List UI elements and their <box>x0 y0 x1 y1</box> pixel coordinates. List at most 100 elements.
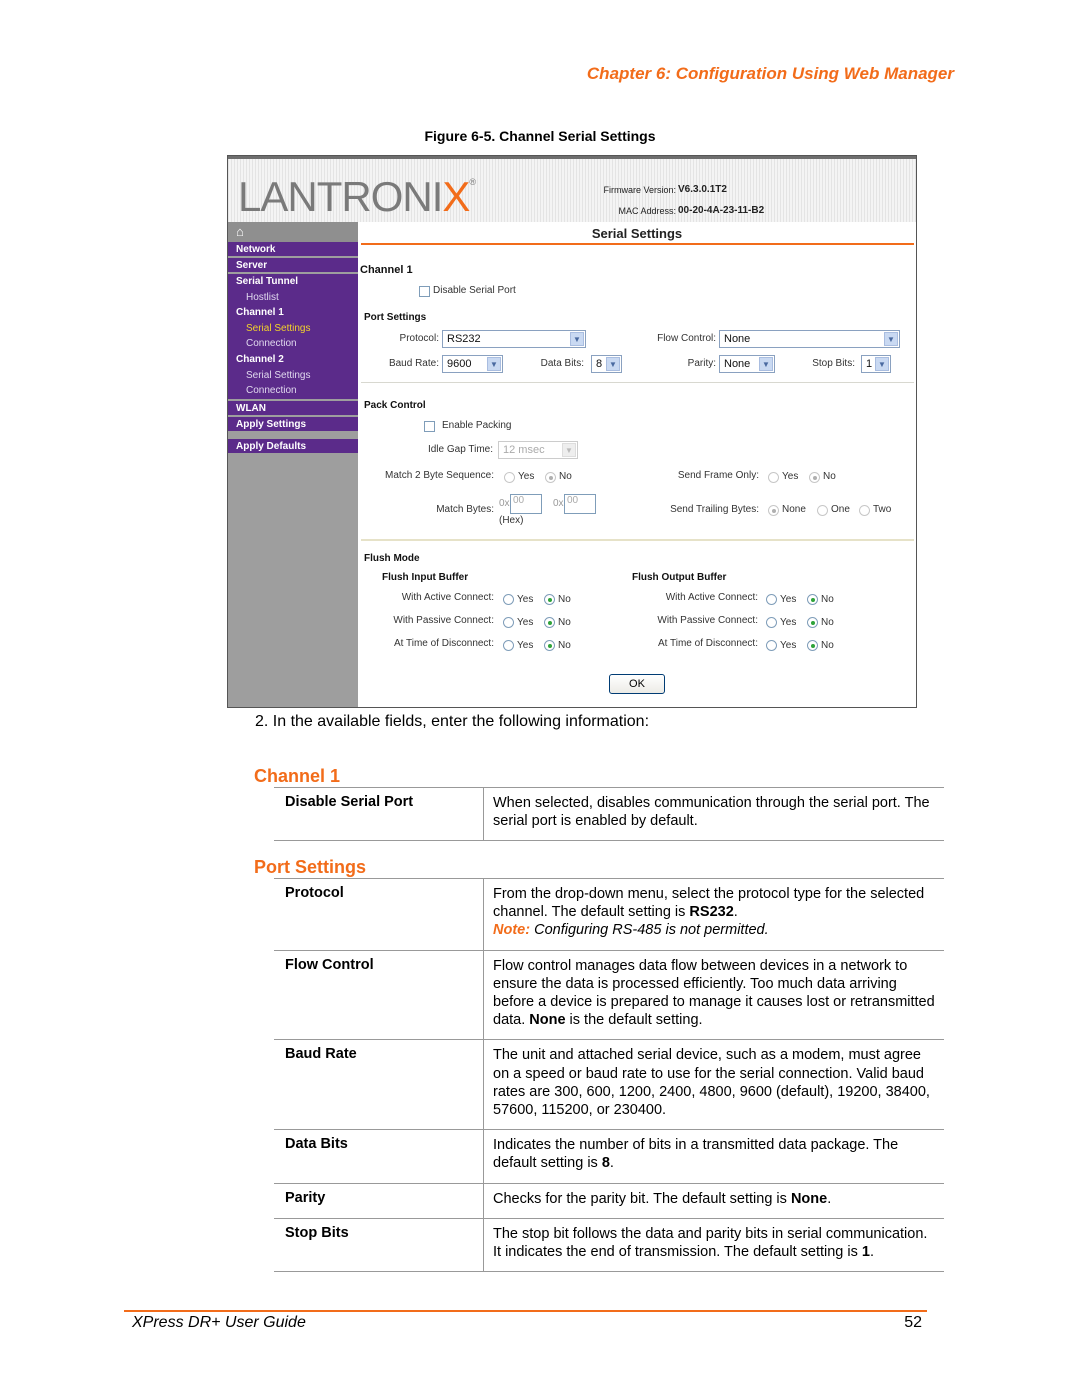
channel-heading: Channel 1 <box>360 264 413 276</box>
data-bits-select[interactable]: 8 ▼ <box>591 355 622 373</box>
input-active-no-radio[interactable] <box>544 594 555 605</box>
input-passive-no-radio[interactable] <box>544 617 555 628</box>
desc-bold: 1 <box>861 1244 870 1261</box>
title-divider <box>361 243 914 245</box>
nav-ch1-connection[interactable]: Connection <box>228 336 358 352</box>
match-bytes-label: Match Bytes: <box>436 504 494 515</box>
web-manager-header: LANTRONIX® Firmware Version: V6.3.0.1T2 … <box>228 156 916 222</box>
hex-prefix-2: 0x <box>553 498 564 509</box>
input-active-label: With Active Connect: <box>401 592 494 603</box>
send-frame-only-label: Send Frame Only: <box>677 470 759 481</box>
serial-settings-panel: Serial Settings Channel 1 Disable Serial… <box>358 222 916 707</box>
input-passive-label: With Passive Connect: <box>393 615 494 626</box>
send-frame-no-label: No <box>823 471 836 482</box>
stop-bits-select[interactable]: 1 ▼ <box>861 355 891 373</box>
nav-channel1[interactable]: Channel 1 <box>228 305 358 321</box>
match-2-byte-no-radio[interactable] <box>545 472 556 483</box>
nav-hostlist[interactable]: Hostlist <box>228 289 358 306</box>
no-label: No <box>558 594 571 605</box>
yes-label: Yes <box>517 640 534 651</box>
match-byte-1-input[interactable]: 00 <box>510 494 542 514</box>
baud-rate-select[interactable]: 9600 ▼ <box>442 355 503 373</box>
send-frame-yes-radio[interactable] <box>768 472 779 483</box>
chevron-down-icon: ▼ <box>606 357 620 371</box>
match-byte-2-input[interactable]: 00 <box>564 494 596 514</box>
field-description: The stop bit follows the data and parity… <box>484 1219 944 1271</box>
flush-input-heading: Flush Input Buffer <box>382 572 469 583</box>
nav-network[interactable]: Network <box>228 242 358 258</box>
nav-ch1-serial-settings[interactable]: Serial Settings <box>228 320 358 337</box>
protocol-select[interactable]: RS232 ▼ <box>442 330 586 348</box>
hex-note: (Hex) <box>499 515 524 526</box>
page-number: 52 <box>904 1314 922 1331</box>
yes-label: Yes <box>780 640 797 651</box>
flow-control-value: None <box>724 333 751 345</box>
data-bits-value: 8 <box>596 358 603 370</box>
chevron-down-icon: ▼ <box>759 357 773 371</box>
home-icon[interactable]: ⌂ <box>228 222 358 242</box>
trailing-one-label: One <box>831 504 850 515</box>
flow-control-label: Flow Control: <box>657 333 716 344</box>
parity-select[interactable]: None ▼ <box>719 355 775 373</box>
logo-text: LANTRONI <box>238 173 443 220</box>
match-2-byte-no-label: No <box>559 471 572 482</box>
desc-text: . <box>869 1244 874 1261</box>
desc-bold: None <box>529 1012 566 1029</box>
nav-apply-settings[interactable]: Apply Settings <box>228 416 358 433</box>
protocol-value: RS232 <box>447 333 481 345</box>
output-active-label: With Active Connect: <box>665 592 758 603</box>
trailing-two-label: Two <box>873 504 892 515</box>
output-active-yes-radio[interactable] <box>766 594 777 605</box>
trailing-one-radio[interactable] <box>817 505 828 516</box>
stop-bits-value: 1 <box>866 358 873 370</box>
no-label: No <box>558 617 571 628</box>
output-passive-no-radio[interactable] <box>807 617 818 628</box>
table-row: Flow Control Flow control manages data f… <box>274 950 944 1041</box>
disable-serial-port-checkbox[interactable] <box>419 286 430 297</box>
port-settings-section-heading: Port Settings <box>254 857 367 877</box>
nav-channel2[interactable]: Channel 2 <box>228 351 358 368</box>
match-2-byte-yes-radio[interactable] <box>504 472 515 483</box>
send-frame-no-radio[interactable] <box>809 472 820 483</box>
input-passive-yes-radio[interactable] <box>503 617 514 628</box>
no-label: No <box>821 594 834 605</box>
nav-apply-defaults[interactable]: Apply Defaults <box>228 438 358 455</box>
desc-bold: None <box>790 1190 828 1207</box>
idle-gap-label: Idle Gap Time: <box>427 444 493 455</box>
output-passive-yes-radio[interactable] <box>766 617 777 628</box>
table-row: Data Bits Indicates the number of bits i… <box>274 1130 944 1184</box>
section-divider <box>361 382 914 383</box>
ok-button[interactable]: OK <box>609 674 665 694</box>
nav-ch2-connection[interactable]: Connection <box>228 383 358 401</box>
nav-wlan[interactable]: WLAN <box>228 400 358 417</box>
yes-label: Yes <box>780 617 797 628</box>
output-active-no-radio[interactable] <box>807 594 818 605</box>
match-2-byte-label: Match 2 Byte Sequence: <box>385 470 494 481</box>
yes-label: Yes <box>517 594 534 605</box>
chevron-down-icon: ▼ <box>487 357 501 371</box>
flow-control-select[interactable]: None ▼ <box>719 330 900 348</box>
step-instruction: 2. In the available fields, enter the fo… <box>255 713 650 730</box>
pack-control-heading: Pack Control <box>364 400 426 411</box>
output-disconnect-no-radio[interactable] <box>807 640 818 651</box>
parity-value: None <box>724 358 751 370</box>
match-2-byte-yes-label: Yes <box>518 471 535 482</box>
idle-gap-select[interactable]: 12 msec ▼ <box>498 441 578 459</box>
input-disconnect-no-radio[interactable] <box>544 640 555 651</box>
input-active-yes-radio[interactable] <box>503 594 514 605</box>
desc-bold: RS232 <box>689 904 734 921</box>
trailing-two-radio[interactable] <box>859 505 870 516</box>
nav-server[interactable]: Server <box>228 258 358 274</box>
enable-packing-checkbox[interactable] <box>424 421 435 432</box>
nav-ch2-serial-settings[interactable]: Serial Settings <box>228 367 358 384</box>
disable-serial-port-label: Disable Serial Port <box>433 285 516 296</box>
chevron-down-icon: ▼ <box>570 332 584 346</box>
field-name: Data Bits <box>274 1130 484 1183</box>
input-disconnect-yes-radio[interactable] <box>503 640 514 651</box>
field-name: Flow Control <box>274 950 484 1040</box>
sidebar-nav: ⌂ Network Server Serial Tunnel Hostlist … <box>228 222 358 707</box>
channel1-table: Disable Serial Port When selected, disab… <box>274 787 944 842</box>
nav-serial-tunnel[interactable]: Serial Tunnel <box>228 274 358 290</box>
output-disconnect-yes-radio[interactable] <box>766 640 777 651</box>
trailing-none-radio[interactable] <box>768 505 779 516</box>
